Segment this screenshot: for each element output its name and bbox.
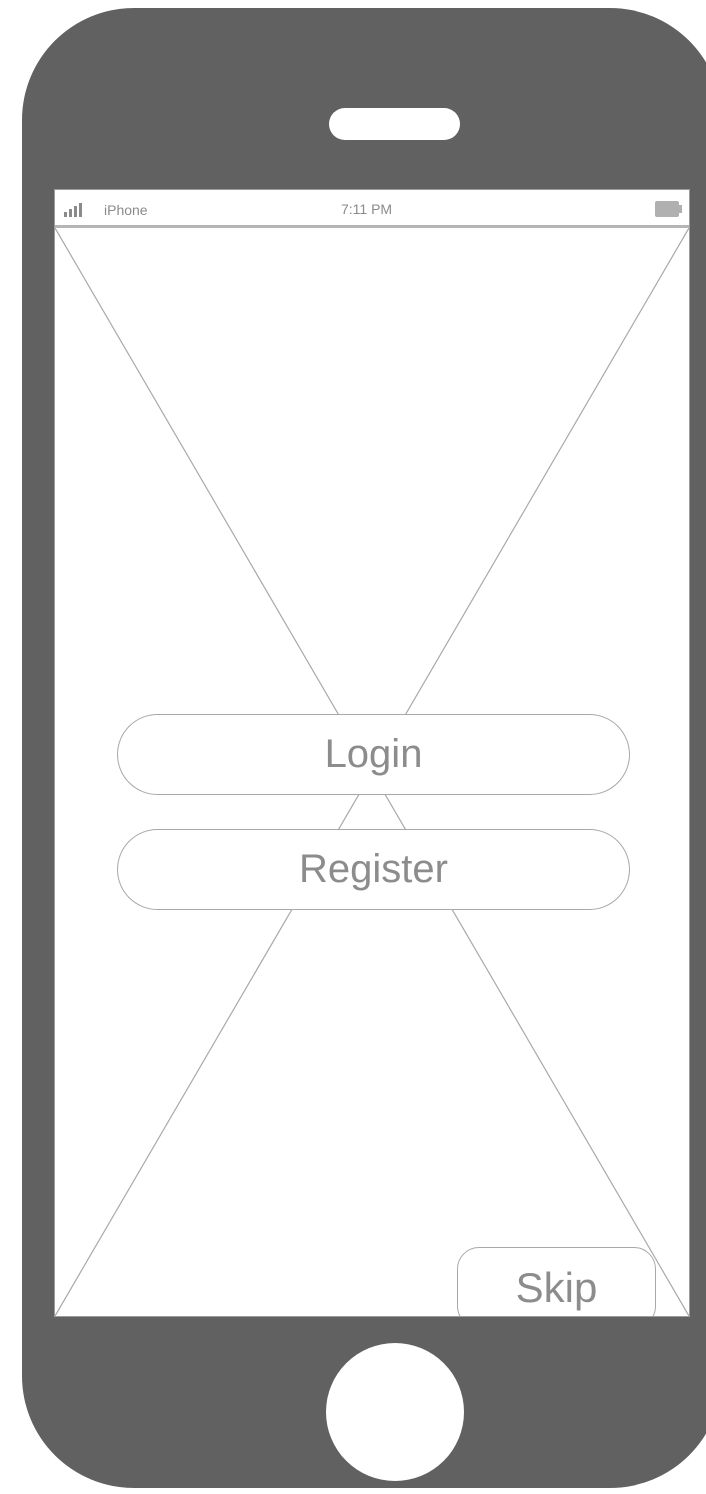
battery-tip (679, 205, 682, 213)
home-button[interactable] (326, 1343, 464, 1481)
speaker-grille (329, 108, 460, 140)
signal-bars-icon (64, 203, 84, 217)
skip-button[interactable]: Skip (457, 1247, 656, 1316)
status-bar: iPhone 7:11 PM (55, 190, 689, 228)
register-button[interactable]: Register (117, 829, 630, 910)
battery-icon (655, 201, 679, 217)
status-time: 7:11 PM (341, 201, 393, 217)
login-button[interactable]: Login (117, 714, 630, 795)
carrier-name: iPhone (104, 202, 148, 218)
phone-screen: iPhone 7:11 PM Login Register Skip (54, 189, 690, 1317)
